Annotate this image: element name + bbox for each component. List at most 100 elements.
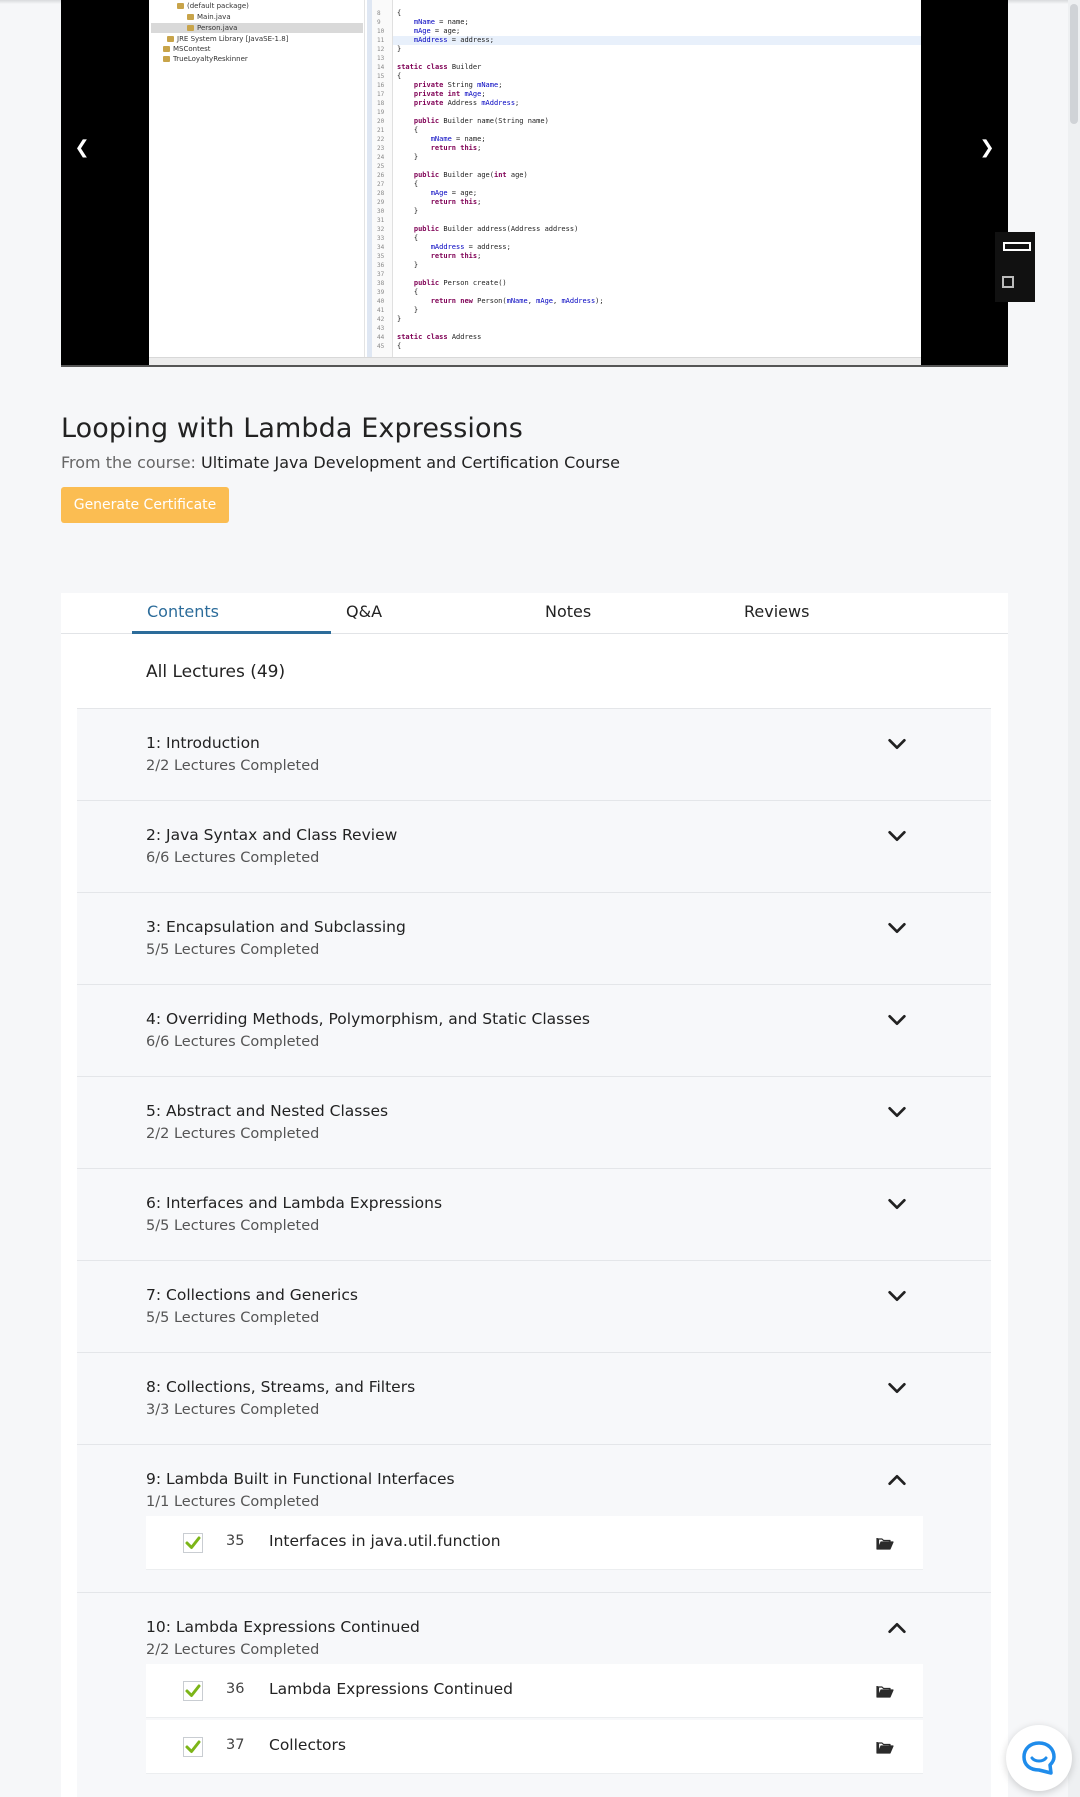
section-5[interactable]: 5: Abstract and Nested Classes 2/2 Lectu… [77,1077,991,1169]
section-progress: 3/3 Lectures Completed [146,1402,320,1418]
code-line: private Address mAddress; [413,99,520,107]
code-line: mName = name; [430,135,486,143]
code-line: { [397,342,402,350]
code-line: } [397,261,419,269]
support-chat-button[interactable] [1006,1725,1072,1791]
completed-checkbox[interactable] [183,1681,203,1701]
code-line: return this; [430,144,482,152]
code-line: mAge = age; [430,189,478,197]
section-progress: 6/6 Lectures Completed [146,1034,320,1050]
generate-certificate-button[interactable]: Generate Certificate [61,487,229,523]
chevron-down-icon[interactable] [886,1101,908,1123]
code-line: private String mName; [413,81,503,89]
completed-checkbox[interactable] [183,1533,203,1553]
lecture-row[interactable]: 37 Collectors [146,1720,923,1774]
line-number: 38 [377,280,385,287]
course-line: From the course: Ultimate Java Developme… [61,453,620,472]
code-line: { [397,234,419,242]
section-9[interactable]: 9: Lambda Built in Functional Interfaces… [77,1445,991,1593]
section-1[interactable]: 1: Introduction 2/2 Lectures Completed [77,709,991,801]
chevron-right-icon[interactable]: ❯ [977,138,997,158]
section-4[interactable]: 4: Overriding Methods, Polymorphism, and… [77,985,991,1077]
ide-code-editor: { mName = name; mAge = age; mAddress = a… [393,0,921,358]
lecture-number: 35 [226,1533,245,1549]
line-number: 11 [377,37,385,44]
chevron-down-icon[interactable] [886,1377,908,1399]
video-player[interactable]: (default package) Main.java Person.java … [61,0,1008,367]
line-number: 41 [377,307,385,314]
tree-row-label: MSContest [173,45,211,53]
ide-line-gutter: 8 9 10 11 12 13 14 15 16 17 18 19 20 21 22 23 24 25 26 27 28… [367,0,393,358]
lecture-row[interactable]: 35 Interfaces in java.util.function [146,1516,923,1570]
section-progress: 5/5 Lectures Completed [146,942,320,958]
contents-list: All Lectures (49) 1: Introduction 2/2 Le… [77,634,991,1797]
theater-mode-icon[interactable] [1003,242,1031,251]
section-title: 2: Java Syntax and Class Review [146,826,398,844]
code-line: } [397,45,402,53]
checkmark-icon [185,1684,201,1697]
line-number: 19 [377,109,385,116]
tree-row-label: Main.java [197,13,231,21]
completed-checkbox[interactable] [183,1737,203,1757]
lecture-row[interactable]: 36 Lambda Expressions Continued [146,1664,923,1718]
section-3[interactable]: 3: Encapsulation and Subclassing 5/5 Lec… [77,893,991,985]
section-title: 7: Collections and Generics [146,1286,358,1304]
chevron-down-icon[interactable] [886,1009,908,1031]
section-2[interactable]: 2: Java Syntax and Class Review 6/6 Lect… [77,801,991,893]
line-number: 42 [377,316,385,323]
scrollbar-thumb[interactable] [1070,4,1078,124]
tabs-bar: Contents Q&A Notes Reviews [61,593,1008,634]
course-prefix: From the course: [61,453,196,472]
chevron-up-icon[interactable] [886,1617,908,1639]
code-line: static class Builder [397,63,482,71]
checkmark-icon [185,1740,201,1753]
lecture-title[interactable]: Collectors [269,1736,346,1754]
section-8[interactable]: 8: Collections, Streams, and Filters 3/3… [77,1353,991,1445]
course-name: Ultimate Java Development and Certificat… [201,453,620,472]
line-number: 45 [377,343,385,350]
tab-reviews[interactable]: Reviews [729,593,928,634]
folder-open-icon[interactable] [876,1739,894,1755]
tree-row-label: JRE System Library [JavaSE-1.8] [177,35,289,43]
chevron-down-icon[interactable] [886,733,908,755]
code-line: public Builder age(int age) [413,171,528,179]
code-line: { [397,126,419,134]
line-number: 24 [377,154,385,161]
section-6[interactable]: 6: Interfaces and Lambda Expressions 5/5… [77,1169,991,1261]
lecture-title[interactable]: Interfaces in java.util.function [269,1532,501,1550]
section-progress: 5/5 Lectures Completed [146,1310,320,1326]
lecture-number: 37 [226,1737,245,1753]
line-number: 35 [377,253,385,260]
lecture-number: 36 [226,1681,245,1697]
chevron-left-icon[interactable]: ❮ [72,138,92,158]
section-title: 10: Lambda Expressions Continued [146,1618,420,1636]
code-line: } [397,153,419,161]
tab-contents[interactable]: Contents [132,593,331,634]
fullscreen-icon[interactable] [1002,276,1014,288]
chevron-down-icon[interactable] [886,1285,908,1307]
section-title: 8: Collections, Streams, and Filters [146,1378,416,1396]
chevron-down-icon[interactable] [886,1193,908,1215]
code-line: public Builder address(Address address) [413,225,579,233]
line-number: 21 [377,127,385,134]
section-title: 9: Lambda Built in Functional Interfaces [146,1470,455,1488]
page-scrollbar[interactable] [1068,0,1080,1797]
tab-qa[interactable]: Q&A [331,593,530,634]
lecture-title[interactable]: Lambda Expressions Continued [269,1680,513,1698]
chevron-down-icon[interactable] [886,825,908,847]
tree-row-selected: Person.java [151,23,363,33]
chevron-up-icon[interactable] [886,1469,908,1491]
tab-notes[interactable]: Notes [530,593,729,634]
code-line: { [397,9,402,17]
folder-open-icon[interactable] [876,1683,894,1699]
section-10[interactable]: 10: Lambda Expressions Continued 2/2 Lec… [77,1593,991,1797]
tree-row: Main.java [187,12,231,22]
line-number: 20 [377,118,385,125]
section-7[interactable]: 7: Collections and Generics 5/5 Lectures… [77,1261,991,1353]
line-number: 18 [377,100,385,107]
chevron-down-icon[interactable] [886,917,908,939]
folder-open-icon[interactable] [876,1535,894,1551]
ide-status-bar [149,357,921,365]
line-number: 8 [377,10,381,17]
section-progress: 1/1 Lectures Completed [146,1494,320,1510]
